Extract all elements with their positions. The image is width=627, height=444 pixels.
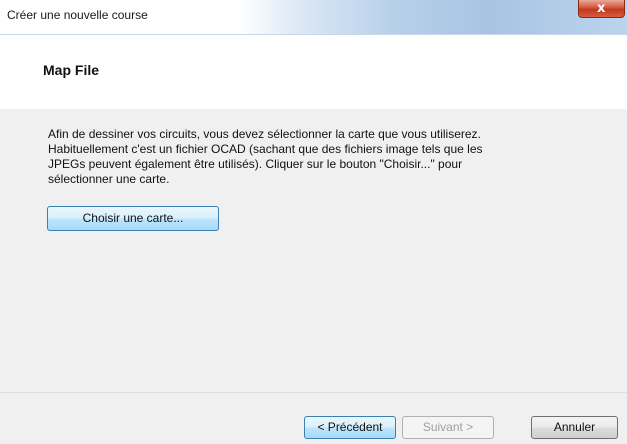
page-title: Map File xyxy=(43,62,100,78)
close-icon: x xyxy=(597,1,606,16)
next-button[interactable]: Suivant > xyxy=(402,416,494,439)
wizard-header: Map File xyxy=(0,35,627,109)
choose-map-button[interactable]: Choisir une carte... xyxy=(47,206,219,231)
window-title: Créer une nouvelle course xyxy=(7,8,148,22)
title-bar: Créer une nouvelle course x xyxy=(0,0,627,35)
wizard-content: Afin de dessiner vos circuits, vous deve… xyxy=(0,108,627,392)
back-button[interactable]: < Précédent xyxy=(304,416,396,439)
instructions-text: Afin de dessiner vos circuits, vous deve… xyxy=(48,127,483,186)
cancel-button[interactable]: Annuler xyxy=(531,416,618,439)
close-button[interactable]: x xyxy=(578,0,625,18)
wizard-footer: < Précédent Suivant > Annuler xyxy=(0,392,627,444)
